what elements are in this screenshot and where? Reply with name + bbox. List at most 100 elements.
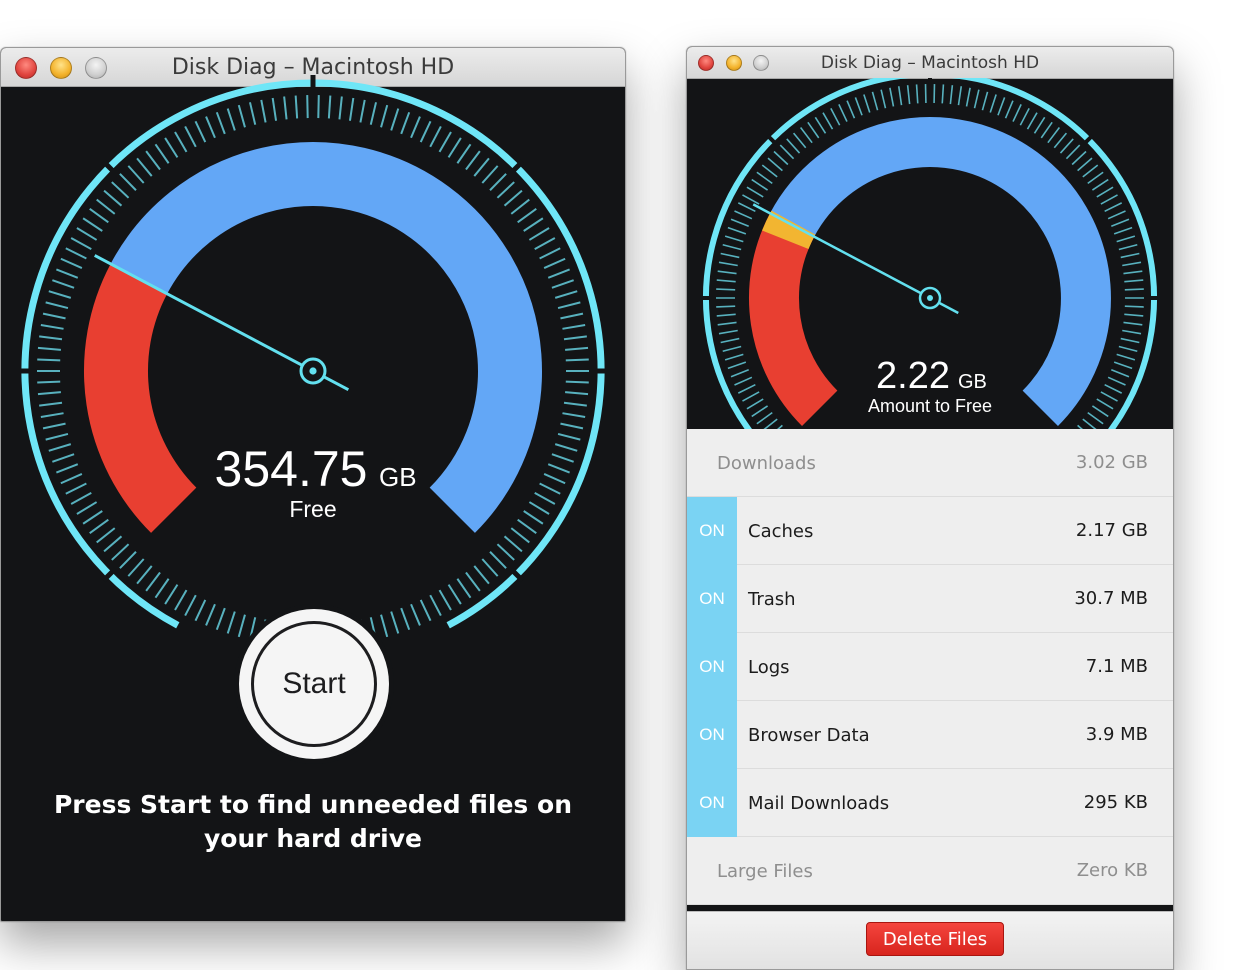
on-toggle[interactable]: ON xyxy=(687,497,737,565)
gauge-tick xyxy=(1111,219,1129,226)
gauge-tick xyxy=(41,325,64,329)
gauge-tick xyxy=(381,615,387,637)
gauge-tick xyxy=(721,254,740,258)
gauge-tick xyxy=(52,280,74,288)
category-row-caches[interactable]: ON Caches 2.17 GB xyxy=(687,497,1173,565)
gauge-tick xyxy=(942,84,943,103)
gauge-tick xyxy=(752,406,768,417)
gauge-tick xyxy=(1122,262,1141,265)
delete-files-button[interactable]: Delete Files xyxy=(866,922,1004,956)
gauge-tick xyxy=(128,166,143,183)
gauge-tick xyxy=(725,236,743,241)
gauge-tick xyxy=(71,238,91,249)
gauge-tick xyxy=(90,209,109,223)
gauge-tick xyxy=(381,105,387,127)
category-row-downloads[interactable]: Downloads 3.02 GB xyxy=(687,429,1173,497)
category-row-large-files[interactable]: Large Files Zero KB xyxy=(687,837,1173,905)
gauge-tick xyxy=(558,302,580,308)
gauge-tick xyxy=(239,105,245,127)
category-row-trash[interactable]: ON Trash 30.7 MB xyxy=(687,565,1173,633)
gauge-tick xyxy=(544,474,565,483)
gauge-tick xyxy=(474,566,489,584)
gauge-tick xyxy=(185,126,196,146)
category-row-browser-data[interactable]: ON Browser Data 3.9 MB xyxy=(687,701,1173,769)
category-size: 30.7 MB xyxy=(1074,588,1148,609)
gauge-tick xyxy=(71,493,91,504)
gauge-tick xyxy=(371,102,376,124)
gauge-tick xyxy=(128,559,143,576)
gauge-tick xyxy=(1041,122,1052,138)
title-bar[interactable]: Disk Diag – Macintosh HD xyxy=(687,47,1173,79)
gauge-tick xyxy=(1122,331,1141,334)
gauge-tick xyxy=(339,97,341,120)
gauge-tick xyxy=(175,590,187,610)
gauge-tick xyxy=(565,348,588,350)
category-size: 3.02 GB xyxy=(1076,452,1148,473)
gauge-tick xyxy=(56,269,77,277)
gauge-tick xyxy=(1048,128,1059,143)
gauge-tick xyxy=(165,585,177,604)
on-toggle[interactable]: ON xyxy=(687,769,737,837)
free-space-label: Free xyxy=(289,496,336,522)
category-size: 3.9 MB xyxy=(1086,724,1148,745)
gauge-tick xyxy=(742,392,759,401)
gauge-tick xyxy=(38,348,61,350)
gauge-tick xyxy=(735,211,752,219)
gauge-tick xyxy=(37,359,60,360)
gauge-tick xyxy=(950,85,952,104)
gauge-tick xyxy=(137,566,152,584)
gauge-tick xyxy=(815,117,825,133)
gauge-tick xyxy=(83,511,102,524)
gauge-tick xyxy=(195,600,205,621)
gauge-tick xyxy=(457,144,470,163)
bottom-toolbar: Delete Files xyxy=(687,911,1173,970)
gauge-tick xyxy=(839,104,847,121)
gauge-tick xyxy=(175,132,187,152)
category-size: 2.17 GB xyxy=(1076,520,1148,541)
gauge-tick xyxy=(39,403,62,406)
gauge-tick xyxy=(560,424,582,429)
category-row-logs[interactable]: ON Logs 7.1 MB xyxy=(687,633,1173,701)
gauge-tick xyxy=(794,133,806,148)
gauge-tick xyxy=(731,219,749,226)
gauge-tick xyxy=(716,289,735,290)
gauge-tick xyxy=(518,520,537,534)
gauge-tick xyxy=(524,511,543,524)
gauge-tick xyxy=(529,502,549,514)
on-toggle[interactable]: ON xyxy=(687,633,737,701)
gauge-tick xyxy=(411,117,420,138)
instructions-line-1: Press Start to find unneeded files on xyxy=(41,788,585,822)
gauge-tick xyxy=(716,306,735,307)
gauge-tick xyxy=(1083,165,1098,177)
gauge-tick xyxy=(752,180,768,191)
gauge-tick xyxy=(430,595,441,615)
gauge-tick xyxy=(967,88,971,107)
gauge-tick xyxy=(206,117,215,138)
gauge-tick xyxy=(1105,203,1122,211)
gauge-tick xyxy=(49,444,71,451)
gauge-tick xyxy=(411,604,420,625)
gauge-tick xyxy=(823,113,833,129)
window-title: Disk Diag – Macintosh HD xyxy=(687,53,1173,73)
gauge-tick xyxy=(738,203,755,211)
gauge-tick xyxy=(1125,289,1144,290)
start-button[interactable]: Start xyxy=(239,609,389,759)
category-row-mail-downloads[interactable]: ON Mail Downloads 295 KB xyxy=(687,769,1173,837)
gauge-tick xyxy=(421,600,431,621)
gauge-tick xyxy=(787,139,800,153)
gauge-tick xyxy=(43,424,65,429)
amount-to-free-gauge: 2.22 GB Amount to Free xyxy=(687,78,1173,429)
on-toggle[interactable]: ON xyxy=(687,701,737,769)
gauge-tick xyxy=(1119,346,1137,351)
gauge-tick xyxy=(540,248,561,258)
on-toggle[interactable]: ON xyxy=(687,565,737,633)
gauge-tick xyxy=(757,172,772,183)
gauge-tick xyxy=(104,536,121,551)
gauge-tick xyxy=(457,579,470,598)
gauge-tick xyxy=(1020,108,1029,125)
gauge-tick xyxy=(762,165,777,177)
gauge-tick xyxy=(497,544,514,560)
gauge-tick xyxy=(544,259,565,268)
gauge-tick xyxy=(155,579,168,598)
gauge-tick xyxy=(185,595,196,615)
